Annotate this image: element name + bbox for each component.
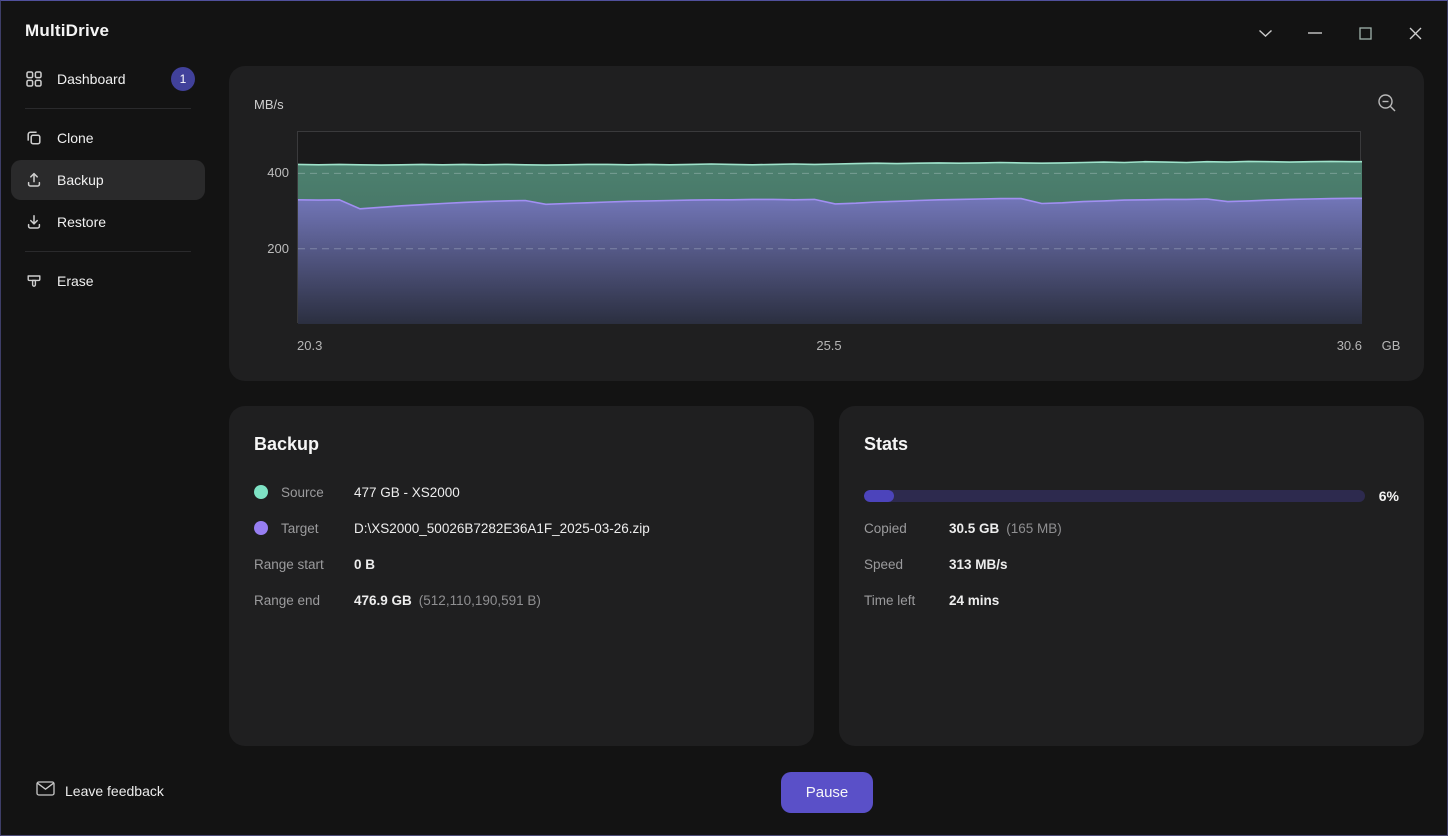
upload-icon [25,171,43,189]
range-start-value: 0 B [354,556,376,572]
sidebar: Dashboard 1 Clone Backup Restore Erase [1,57,215,303]
copied-secondary: (165 MB) [1006,520,1062,536]
zoom-out-icon[interactable] [1376,92,1398,114]
app-window: MultiDrive Dashboard 1 Clone Backup Restore E… [0,0,1448,836]
x-tick-mid: 25.5 [816,338,842,353]
sidebar-item-dashboard[interactable]: Dashboard 1 [11,59,205,99]
close-icon[interactable] [1397,15,1433,51]
target-write-speed-area [298,198,1362,324]
speed-area-chart[interactable] [297,131,1362,324]
sidebar-item-label: Backup [57,172,104,188]
copied-value: 30.5 GB [949,520,1000,536]
time-left-value: 24 mins [949,592,1000,608]
grid-icon [25,70,43,88]
maximize-icon[interactable] [1347,15,1383,51]
y-tick-400: 400 [267,165,289,180]
chart-y-axis-unit: MB/s [254,97,284,112]
time-left-row: Time left 24 mins [864,590,1399,610]
range-end-row: Range end 476.9 GB (512,110,190,591 B) [254,590,789,610]
x-axis-unit: GB [1381,338,1401,353]
sidebar-divider [25,251,191,252]
envelope-icon [36,781,55,801]
copied-row: Copied 30.5 GB (165 MB) [864,518,1399,538]
sidebar-divider [25,108,191,109]
source-row: Source 477 GB - XS2000 [254,482,789,502]
copied-label: Copied [864,520,907,536]
range-start-row: Range start 0 B [254,554,789,574]
sidebar-item-label: Restore [57,214,107,230]
speed-label: Speed [864,556,904,572]
range-start-label: Range start [254,556,324,572]
sidebar-item-restore[interactable]: Restore [11,202,205,242]
progress-row: 6% [864,486,1399,506]
target-row: Target D:\XS2000_50026B7282E36A1F_2025-0… [254,518,789,538]
target-label: Target [281,520,319,536]
target-value: D:\XS2000_50026B7282E36A1F_2025-03-26.zi… [354,520,650,536]
backup-card: Backup Source 477 GB - XS2000 Target D:\… [229,406,814,746]
backup-card-title: Backup [254,434,320,454]
sidebar-item-label: Clone [57,130,94,146]
minimize-icon[interactable] [1297,15,1333,51]
y-tick-200: 200 [267,241,289,256]
range-end-label: Range end [254,592,321,608]
sidebar-item-label: Erase [57,273,94,289]
source-label: Source [281,484,324,500]
range-end-value: 476.9 GB [354,592,412,608]
notification-badge: 1 [171,67,195,91]
speed-chart-panel: MB/s 400 200 20.3 25.5 30.6 GB [229,66,1424,381]
leave-feedback-label: Leave feedback [65,783,164,799]
source-value: 477 GB - XS2000 [354,484,460,500]
sidebar-item-backup[interactable]: Backup [11,160,205,200]
pause-button[interactable]: Pause [781,772,873,813]
progress-bar [864,490,1365,502]
window-menu-chevron-down-icon[interactable] [1247,15,1283,51]
copy-icon [25,129,43,147]
eraser-icon [25,272,43,290]
download-icon [25,213,43,231]
progress-bar-fill [864,490,895,502]
sidebar-item-clone[interactable]: Clone [11,118,205,158]
speed-value: 313 MB/s [949,556,1008,572]
speed-row: Speed 313 MB/s [864,554,1399,574]
x-tick-start: 20.3 [297,338,323,353]
x-tick-end: 30.6 [1336,338,1362,353]
window-controls [1247,15,1433,51]
sidebar-item-label: Dashboard [57,71,126,87]
source-color-dot [254,485,268,499]
app-title: MultiDrive [25,21,110,40]
time-left-label: Time left [864,592,916,608]
stats-card: Stats 6% Copied 30.5 GB (165 MB) Speed 3… [839,406,1424,746]
progress-percent: 6% [1378,488,1399,504]
sidebar-item-erase[interactable]: Erase [11,261,205,301]
stats-card-title: Stats [864,434,909,454]
target-color-dot [254,521,268,535]
leave-feedback-button[interactable]: Leave feedback [36,781,164,801]
range-end-bytes: (512,110,190,591 B) [418,592,541,608]
